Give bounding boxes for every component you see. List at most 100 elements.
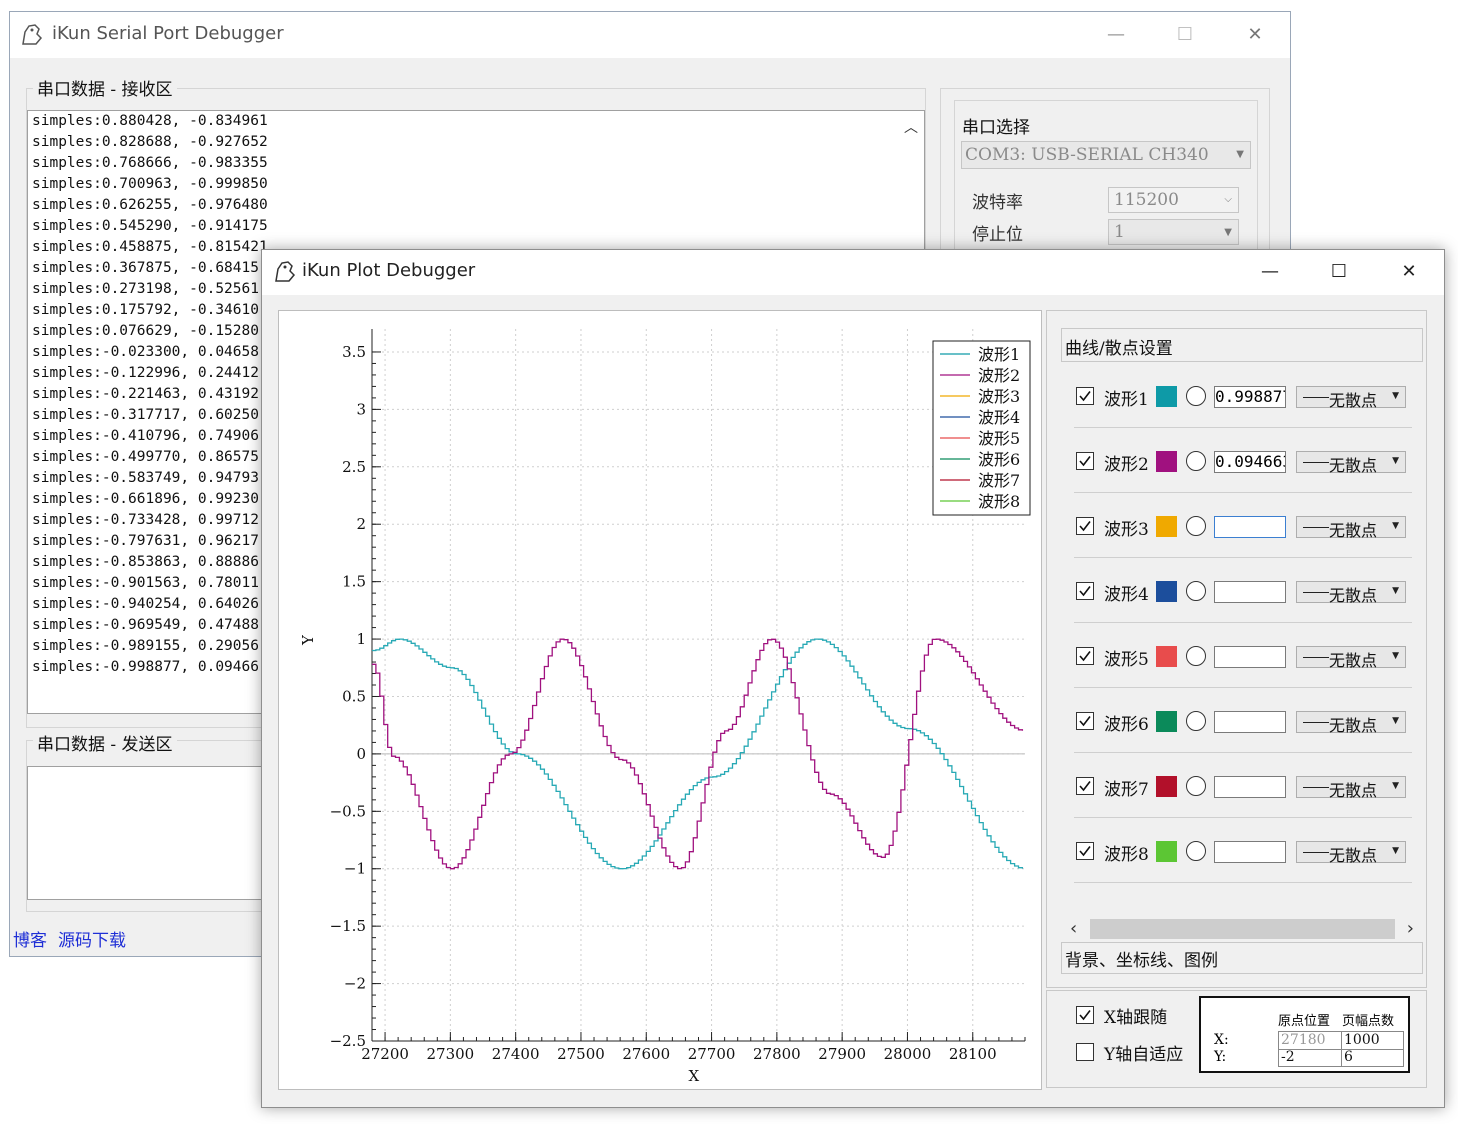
receive-line: simples:0.768666, -0.983355 [32,155,268,171]
wave-value-field[interactable] [1214,711,1286,733]
wave-value-field[interactable] [1214,841,1286,863]
receive-line: simples:0.700963, -0.999850 [32,176,268,192]
receive-line: simples:-0.733428, 0.99712 [32,512,259,528]
wave-visible-checkbox[interactable] [1076,387,1094,405]
wave-color-swatch[interactable] [1156,646,1177,667]
scatter-select[interactable]: 无散点 ▼ [1296,451,1406,475]
y-tick-label: −2.5 [330,1032,366,1050]
wave-visible-checkbox[interactable] [1076,452,1094,470]
y-origin-input[interactable]: -2 [1281,1049,1295,1065]
close-icon[interactable]: ✕ [1232,20,1278,50]
wave-value-field[interactable] [1214,646,1286,668]
wave-color-swatch[interactable] [1156,581,1177,602]
kun-app-icon [19,22,45,52]
scatter-select[interactable]: 无散点 ▼ [1296,646,1406,670]
plot-title-bar: iKun Plot Debugger — ☐ ✕ [262,250,1444,295]
scatter-select[interactable]: 无散点 ▼ [1296,516,1406,540]
wave-color-swatch[interactable] [1156,711,1177,732]
wave-color-swatch[interactable] [1156,516,1177,537]
receive-line: simples:-0.221463, 0.43192 [32,386,259,402]
wave-radio[interactable] [1186,581,1206,601]
wave-row: 波形8 无散点 ▼ [262,838,1446,878]
wave-value-field[interactable] [1214,516,1286,538]
wave-value-field[interactable]: 0.094663 [1214,451,1286,473]
wave-visible-checkbox[interactable] [1076,712,1094,730]
y-auto-checkbox[interactable] [1076,1043,1094,1061]
wave-visible-checkbox[interactable] [1076,647,1094,665]
receive-line: simples:-0.122996, 0.24412 [32,365,259,381]
scroll-up-icon[interactable]: ︿ [904,117,918,137]
scatter-select[interactable]: 无散点 ▼ [1296,581,1406,605]
receive-group-title: 串口数据 - 接收区 [33,75,177,100]
x-tick-label: 27800 [753,1045,801,1063]
row-divider [1074,882,1412,883]
legend-entry: 波形1 [978,345,1020,364]
scatter-select[interactable]: 无散点 ▼ [1296,841,1406,865]
bg-settings-title[interactable]: 背景、坐标线、图例 [1065,946,1218,971]
x-page-input[interactable]: 1000 [1344,1032,1380,1048]
wave-visible-checkbox[interactable] [1076,842,1094,860]
wave-color-swatch[interactable] [1156,386,1177,407]
minimize-icon[interactable]: — [1247,257,1293,287]
chevron-down-icon: ▼ [1392,651,1399,661]
wave-radio[interactable] [1186,646,1206,666]
maximize-icon[interactable]: ☐ [1316,257,1362,287]
axis-table: 原点位置 页幅点数 X: Y: 27180 1000 -2 6 [1199,996,1410,1073]
source-download-link[interactable]: 源码下载 [58,926,126,951]
horizontal-scrollbar[interactable]: ‹ › [1065,916,1419,942]
minimize-icon[interactable]: — [1093,20,1139,50]
x-tick-label: 27700 [688,1045,736,1063]
wave-radio[interactable] [1186,776,1206,796]
row-divider [1074,557,1412,558]
scatter-select[interactable]: 无散点 ▼ [1296,776,1406,800]
serial-window-title: iKun Serial Port Debugger [52,23,284,44]
wave-radio[interactable] [1186,516,1206,536]
scatter-select[interactable]: 无散点 ▼ [1296,386,1406,410]
wave-radio[interactable] [1186,711,1206,731]
y-page-input[interactable]: 6 [1344,1049,1353,1065]
chevron-left-icon[interactable]: ‹ [1070,918,1077,939]
wave-color-swatch[interactable] [1156,776,1177,797]
wave-visible-checkbox[interactable] [1076,777,1094,795]
wave-visible-checkbox[interactable] [1076,517,1094,535]
waveform-chart[interactable]: 27200 27300 27400 27500 27600 27700 27800 27900… [279,311,1041,1089]
port-select[interactable]: COM3: USB-SERIAL CH340 ▼ [961,141,1251,169]
scrollbar-thumb[interactable] [1090,919,1395,939]
x-row-label: X: [1214,1032,1229,1048]
receive-line: simples:0.367875, -0.68415 [32,260,259,276]
wave-value-field[interactable]: 0.998877 [1214,386,1286,408]
plot-area[interactable]: 27200 27300 27400 27500 27600 27700 27800 27900… [278,310,1042,1090]
chevron-down-icon: ▼ [1392,586,1399,596]
wave-visible-checkbox[interactable] [1076,582,1094,600]
wave-color-swatch[interactable] [1156,841,1177,862]
close-icon[interactable]: ✕ [1386,257,1432,287]
baud-select[interactable]: 115200 ⌵ [1108,187,1239,213]
wave-value-field[interactable] [1214,581,1286,603]
x-tick-label: 27400 [492,1045,540,1063]
x-origin-input[interactable]: 27180 [1281,1032,1326,1048]
scatter-select[interactable]: 无散点 ▼ [1296,711,1406,735]
stopbits-select[interactable]: 1 ▼ [1108,219,1239,245]
line-style-icon [1303,852,1329,853]
wave-value-field[interactable] [1214,776,1286,798]
line-style-icon [1303,787,1329,788]
page-col-header: 页幅点数 [1342,1014,1395,1029]
wave-radio[interactable] [1186,841,1206,861]
chevron-down-icon: ▼ [1224,227,1232,238]
wave-color-swatch[interactable] [1156,451,1177,472]
wave-row: 波形3 无散点 ▼ [262,513,1446,553]
wave-name-label: 波形1 [1104,390,1149,410]
wave-row: 波形1 0.998877 无散点 ▼ [262,383,1446,423]
y-tick-label: 0.5 [342,687,366,705]
wave-radio[interactable] [1186,451,1206,471]
row-divider [1074,752,1412,753]
wave-name-label: 波形5 [1104,650,1149,670]
wave-name-label: 波形3 [1104,520,1149,540]
receive-line: simples:-0.901563, 0.78011 [32,575,259,591]
receive-line: simples:-0.661896, 0.99230 [32,491,259,507]
maximize-icon[interactable]: ☐ [1162,20,1208,50]
blog-link[interactable]: 博客 [13,926,47,951]
wave-radio[interactable] [1186,386,1206,406]
x-follow-checkbox[interactable] [1076,1006,1094,1024]
chevron-right-icon[interactable]: › [1407,918,1414,939]
